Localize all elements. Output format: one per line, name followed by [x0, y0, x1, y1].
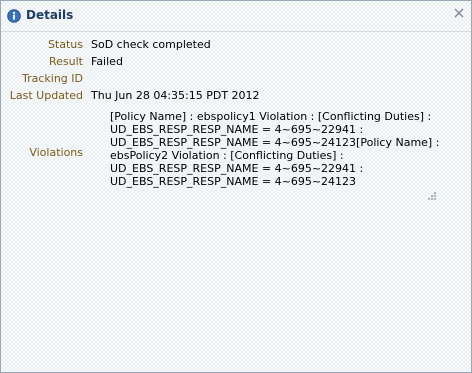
status-label: Status [47, 38, 83, 51]
info-icon [7, 9, 21, 23]
violation-line: [Policy Name] : ebspolicy1 Violation : [… [110, 110, 432, 123]
status-value: SoD check completed [91, 38, 211, 51]
details-dialog: Details Status SoD check completed Resul… [0, 0, 472, 373]
status-row: Status SoD check completed [1, 38, 471, 54]
violation-line: ebsPolicy2 Violation : [Conflicting Duti… [110, 149, 344, 162]
violations-label: Violations [29, 146, 83, 159]
dialog-titlebar: Details [1, 1, 471, 32]
result-value: Failed [91, 55, 123, 68]
violation-line: UD_EBS_RESP_RESP_NAME = 4~695~24123 [110, 175, 357, 188]
tracking-id-label: Tracking ID [21, 72, 83, 85]
dialog-title: Details [26, 8, 74, 22]
result-row: Result Failed [1, 55, 471, 71]
last-updated-value: Thu Jun 28 04:35:15 PDT 2012 [91, 89, 260, 102]
resize-grip-icon[interactable] [428, 190, 437, 200]
violation-line: UD_EBS_RESP_RESP_NAME = 4~695~24123[Poli… [110, 136, 440, 149]
tracking-id-row: Tracking ID [1, 72, 471, 88]
result-label: Result [49, 55, 83, 68]
violation-line: UD_EBS_RESP_RESP_NAME = 4~695~22941 : [110, 123, 364, 136]
close-icon[interactable] [452, 6, 466, 20]
violation-line: UD_EBS_RESP_RESP_NAME = 4~695~22941 : [110, 162, 364, 175]
last-updated-label: Last Updated [9, 89, 83, 102]
last-updated-row: Last Updated Thu Jun 28 04:35:15 PDT 201… [1, 89, 471, 105]
violations-text: [Policy Name] : ebspolicy1 Violation : [… [110, 110, 440, 188]
